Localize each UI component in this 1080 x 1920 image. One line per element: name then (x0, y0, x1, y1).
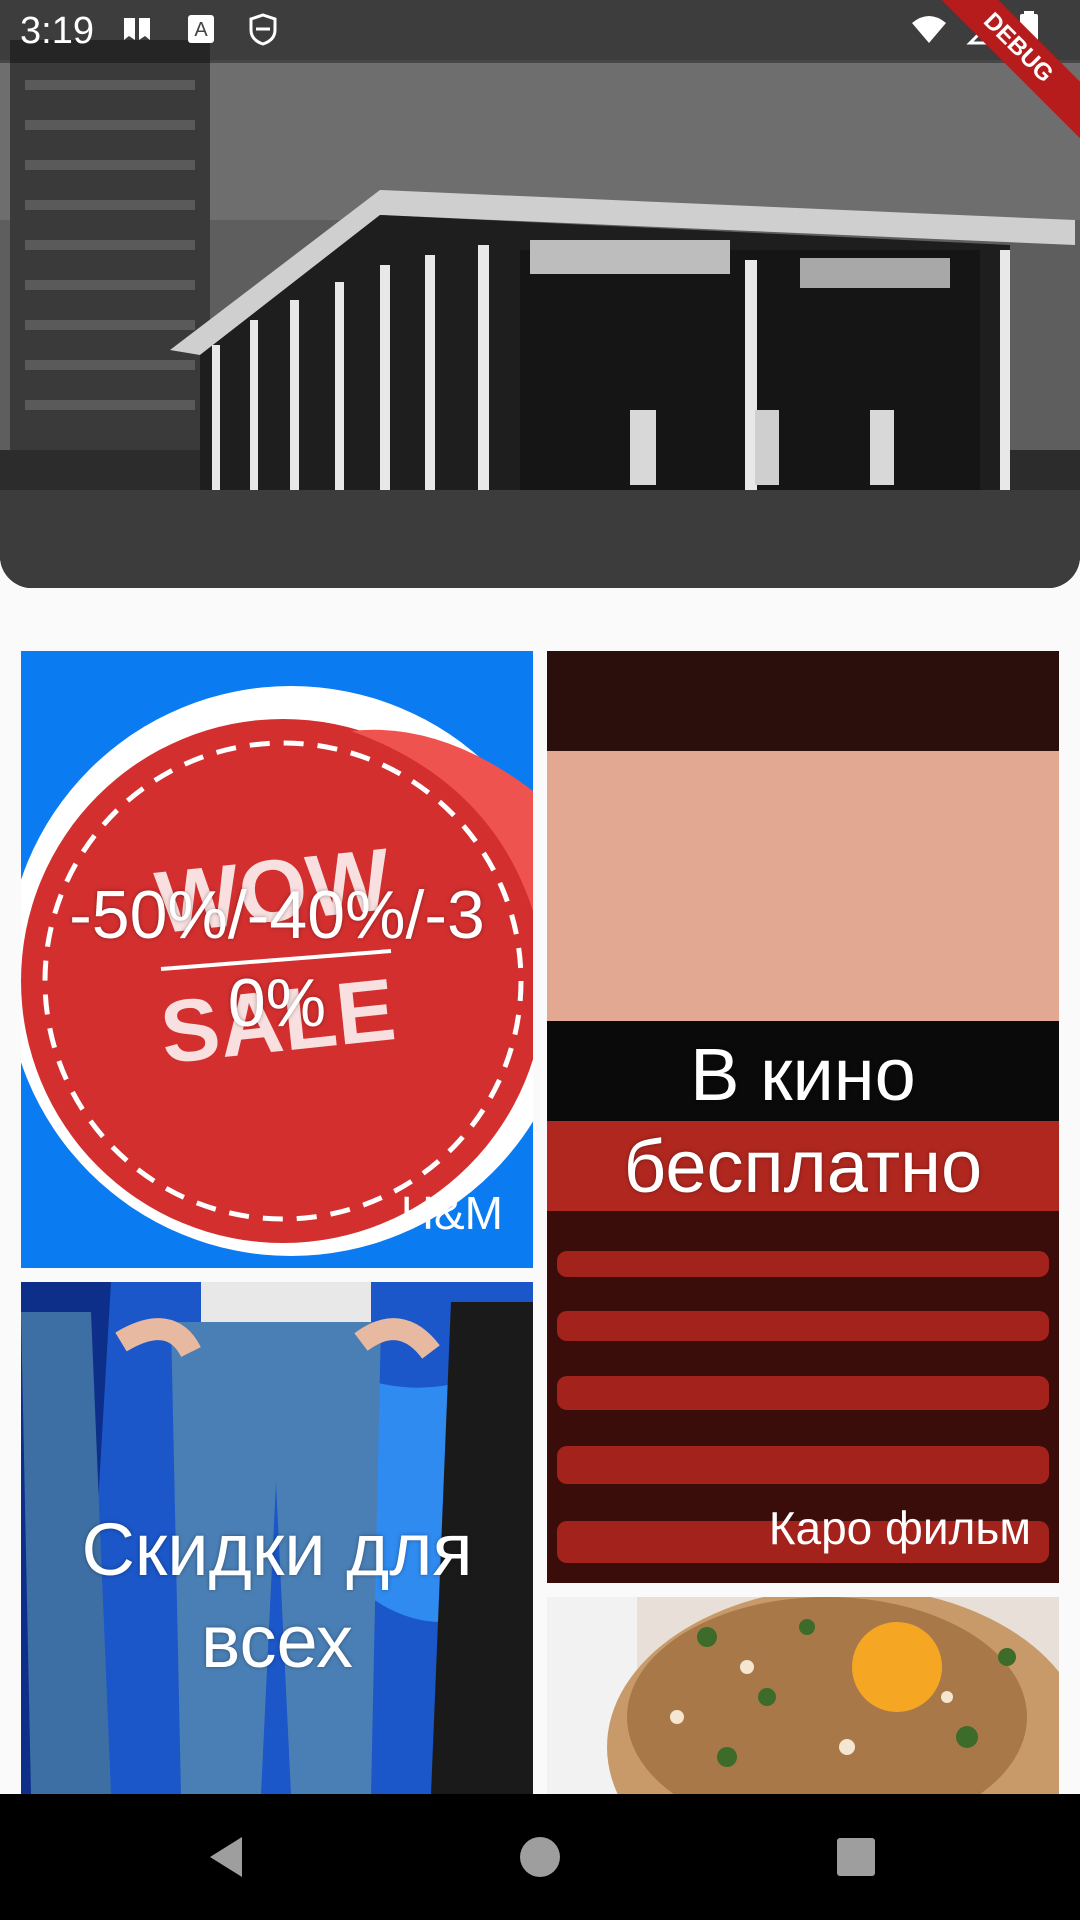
offer-card-food[interactable] (547, 1597, 1059, 1794)
offer-card-hm[interactable]: WOW SALE -50%/-40%/-30% H&M (21, 651, 533, 1268)
offer-title: -50%/-40%/-30% (69, 877, 485, 1041)
hero-banner-image (0, 0, 1080, 588)
offer-brand: H&M (400, 1187, 503, 1239)
system-nav-bar (0, 1794, 1080, 1920)
wifi-icon (910, 12, 948, 54)
offer-title: Скидки для всех (81, 1508, 473, 1683)
back-icon[interactable] (200, 1829, 256, 1885)
offer-card-cinema[interactable]: В кино бесплатно Каро фильм (547, 651, 1059, 1583)
bookmark-icon (120, 12, 154, 54)
offer-card-jeans[interactable]: Скидки для всех (21, 1282, 533, 1794)
status-left-icons: A (120, 12, 278, 54)
home-icon[interactable] (512, 1829, 568, 1885)
svg-text:A: A (194, 19, 208, 41)
text-recognition-icon: A (186, 12, 216, 54)
offer-title: В кино бесплатно (623, 1033, 983, 1208)
food-dish-image (547, 1597, 1059, 1794)
offer-brand: Каро фильм (768, 1502, 1031, 1554)
recents-icon[interactable] (828, 1829, 884, 1885)
status-bar: 3:19 A (0, 0, 1080, 63)
status-time: 3:19 (20, 10, 94, 52)
building-illustration (0, 0, 1080, 588)
shield-icon (248, 12, 278, 54)
